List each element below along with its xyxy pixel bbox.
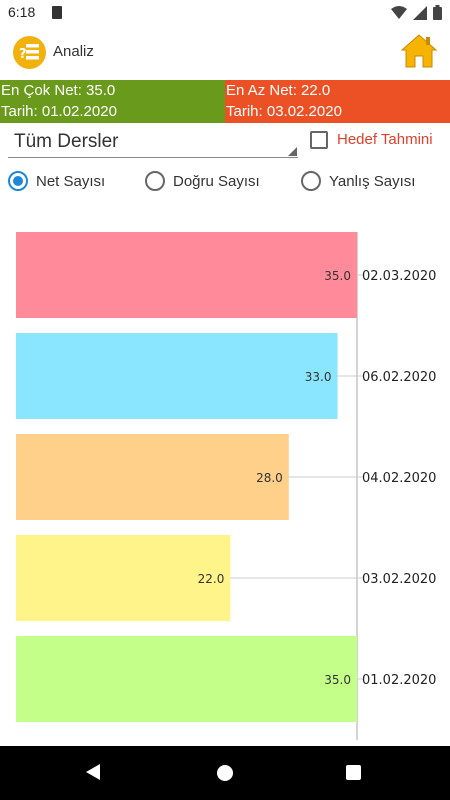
radio-indicator[interactable] [145,171,165,191]
svg-text:?: ? [19,47,27,62]
bar [16,636,357,722]
page-title: Analiz [53,43,94,60]
category-label: 02.03.2020 [362,269,436,284]
radio-indicator[interactable] [301,171,321,191]
bar-value-label: 28.0 [256,471,283,485]
status-bar: 6:18 [0,0,450,26]
bar [16,434,289,520]
worst-net-value: En Az Net: 22.0 [226,82,331,99]
worst-net-date: Tarih: 03.02.2020 [226,103,342,120]
radio-label: Yanlış Sayısı [329,172,416,190]
radio-label: Net Sayısı [36,172,106,190]
status-icons [391,5,442,20]
radio-net-count[interactable]: Net Sayısı [8,170,105,192]
bar-value-label: 35.0 [324,673,351,687]
radio-wrong-count[interactable]: Yanlış Sayısı [301,170,415,192]
radio-label: Doğru Sayısı [173,172,260,190]
back-icon[interactable] [86,764,100,780]
subject-value: Tüm Dersler [14,131,119,152]
status-time: 6:18 [8,4,36,20]
dropdown-arrow-icon [288,147,297,156]
target-estimate-checkbox[interactable] [310,131,328,149]
radio-indicator[interactable] [8,171,28,191]
app-logo-icon: ? [13,36,46,69]
bar-value-label: 22.0 [198,572,225,586]
home-circle-icon[interactable] [217,765,233,781]
subject-dropdown[interactable]: Tüm Dersler [8,128,298,158]
best-net-value: En Çok Net: 35.0 [1,82,116,99]
bar [16,333,338,419]
sd-card-icon [52,6,62,19]
category-label: 01.02.2020 [362,673,436,688]
battery-icon [433,5,442,20]
bar-value-label: 33.0 [305,370,332,384]
target-estimate-label[interactable]: Hedef Tahmini [337,131,433,148]
home-icon [400,34,438,68]
best-net-panel: En Çok Net: 35.0 Tarih: 01.02.2020 [0,80,225,123]
category-label: 03.02.2020 [362,572,436,587]
summary-banner: En Çok Net: 35.0 Tarih: 01.02.2020 En Az… [0,80,450,123]
app-bar: ? Analiz [0,26,450,80]
recent-apps-icon[interactable] [346,765,361,780]
net-bar-chart: 35.0 02.03.2020 33.0 06.02.2020 28.0 04.02.20… [16,232,436,740]
bar-value-label: 35.0 [324,269,351,283]
wifi-icon [391,5,407,19]
worst-net-panel: En Az Net: 22.0 Tarih: 03.02.2020 [225,80,450,123]
radio-correct-count[interactable]: Doğru Sayısı [145,170,260,192]
category-label: 06.02.2020 [362,370,436,385]
category-label: 04.02.2020 [362,471,436,486]
bar [16,232,357,318]
best-net-date: Tarih: 01.02.2020 [1,103,117,120]
system-nav-bar [0,746,450,800]
home-button[interactable] [400,32,438,70]
signal-icon [413,5,427,20]
